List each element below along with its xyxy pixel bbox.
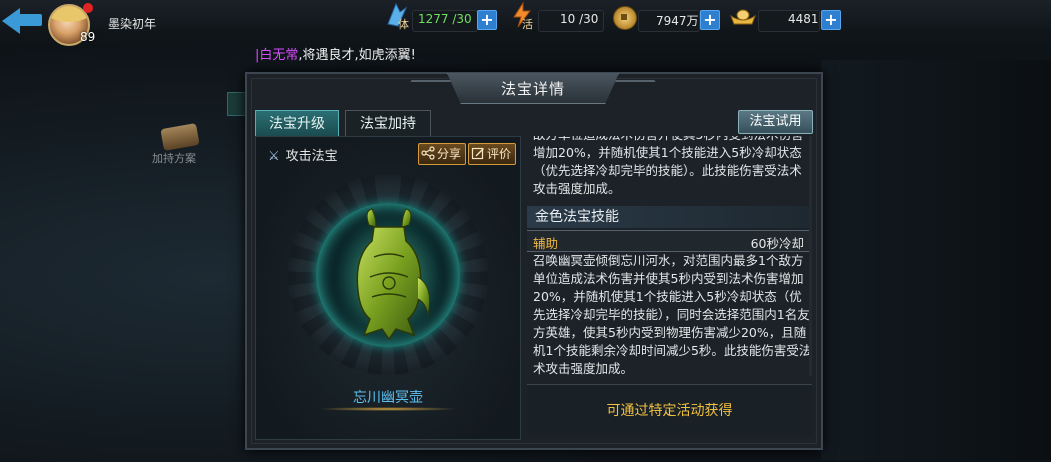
- chat-sender: |白无常: [255, 48, 299, 63]
- skill-meta-row: 辅助 60秒冷却: [527, 230, 812, 252]
- ingot-plus-button[interactable]: +: [821, 10, 841, 30]
- notification-dot: [83, 3, 93, 13]
- background-panel: [821, 60, 1051, 460]
- crossed-swords-icon: ⚔: [268, 149, 280, 164]
- background-tab: [227, 92, 247, 116]
- description-top-text: 敌方单位造成法术伤害并使其5秒内受到法术伤害增加20%，并随机使其1个技能进入5…: [533, 136, 803, 196]
- share-label: 分享: [437, 147, 462, 161]
- skill-type: 辅助: [533, 236, 559, 251]
- stamina-value: 1277 /30: [418, 12, 472, 26]
- scroll-icon: [160, 123, 200, 151]
- chat-message: |白无常,将遇良才,如虎添翼!: [255, 44, 416, 63]
- stamina-label: 体: [398, 18, 409, 31]
- treasure-name: 忘川幽冥壶: [353, 390, 423, 406]
- coin-plus-button[interactable]: +: [700, 10, 720, 30]
- tab-treasure-enhance[interactable]: 法宝加持: [345, 110, 431, 138]
- background-label: 加持方案: [152, 152, 196, 165]
- treasure-trial-button[interactable]: 法宝试用: [738, 110, 813, 134]
- ingot-icon: [730, 9, 756, 25]
- treasure-card: ⚔ 攻击法宝 分享 评价 忘川幽冥壶: [255, 136, 521, 440]
- section-title: 金色法宝技能: [527, 206, 812, 228]
- description-main-text: 召唤幽冥壶倾倒忘川河水，对范围内最多1个敌方单位造成法术伤害并使其5秒内受到法术…: [533, 253, 812, 376]
- share-button[interactable]: 分享: [418, 143, 467, 165]
- tab-treasure-upgrade[interactable]: 法宝升级: [255, 110, 339, 138]
- edit-icon: [471, 147, 484, 160]
- dialog-title-bar: 法宝详情: [447, 73, 619, 104]
- player-level: 89: [80, 30, 96, 44]
- coin-icon: [613, 6, 637, 30]
- treasure-type: ⚔ 攻击法宝: [268, 145, 338, 164]
- chat-text: ,将遇良才,如虎添翼!: [298, 48, 416, 63]
- player-name: 墨染初年: [108, 17, 157, 31]
- energy-label: 活: [522, 18, 533, 31]
- top-hud: 89 墨染初年 体 1277 /30 + 活 10 /30 7947万 + 44…: [0, 0, 1051, 46]
- treasure-type-label: 攻击法宝: [285, 149, 338, 164]
- title-ornament-right: [614, 80, 664, 96]
- title-ornament-left: [402, 80, 452, 96]
- dialog-title: 法宝详情: [500, 80, 565, 98]
- share-icon: [421, 146, 435, 160]
- name-underglow: [318, 407, 458, 411]
- review-label: 评价: [487, 147, 512, 161]
- review-button[interactable]: 评价: [468, 143, 517, 165]
- stamina-plus-button[interactable]: +: [477, 10, 497, 30]
- treasure-vessel-icon[interactable]: [334, 207, 444, 347]
- obtain-hint: 可通过特定活动获得: [527, 384, 812, 437]
- ingot-value: 4481: [788, 12, 819, 26]
- skill-cooldown: 60秒冷却: [750, 236, 804, 251]
- description-scrollbar[interactable]: [809, 136, 812, 376]
- coin-value: 7947万: [656, 14, 699, 28]
- back-button[interactable]: [2, 6, 42, 34]
- energy-value: 10 /30: [560, 12, 599, 26]
- skill-description-panel[interactable]: 敌方单位造成法术伤害并使其5秒内受到法术伤害增加20%，并随机使其1个技能进入5…: [527, 136, 812, 376]
- treasure-detail-dialog: 法宝详情 法宝升级 法宝加持 法宝试用 ⚔ 攻击法宝 分享 评价 忘川幽冥壶 增…: [245, 72, 823, 450]
